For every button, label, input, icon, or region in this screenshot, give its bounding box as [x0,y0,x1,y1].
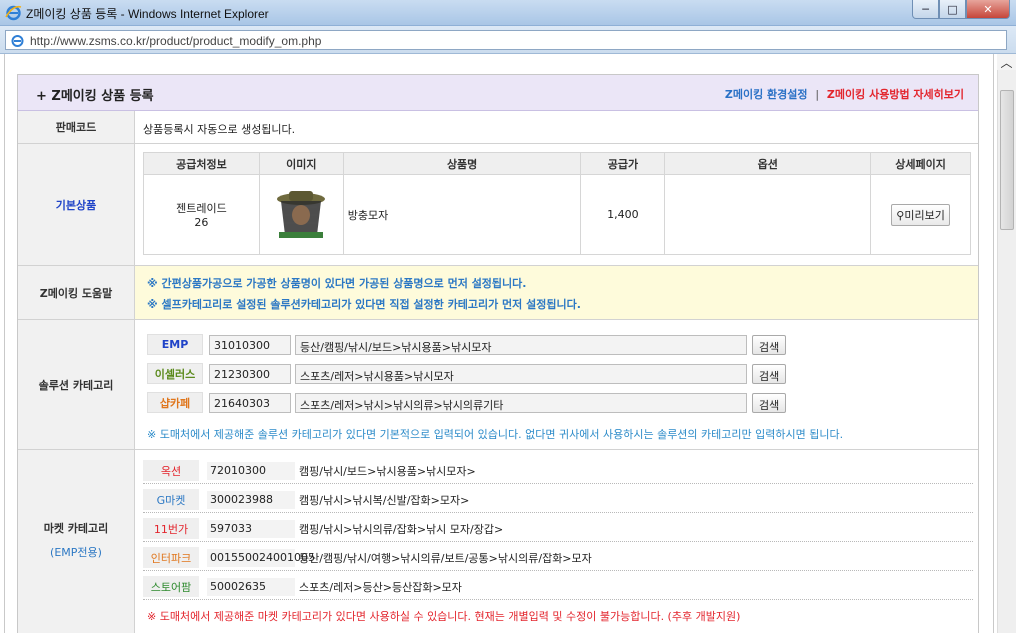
solution-name: 샵카페 [147,392,203,413]
image-cell [258,174,344,255]
market-name: G마켓 [143,489,199,510]
page-body: + Z메이킹 상품 등록 Z메이킹 환경설정 | Z메이킹 사용방법 자세히보기… [4,54,994,633]
market-path: 등산/캠핑/낚시/여행>낚시의류/보트/공통>낚시의류/잡화>모자 [299,551,592,565]
search-button[interactable]: 검색 [752,392,787,413]
maximize-button[interactable]: □ [939,0,966,19]
market-row-storefarm: 스토어팜 50002635 스포츠/레저>등산>등산잡화>모자 [143,574,973,600]
help-line-2: ※ 셀프카테고리로 설정된 솔루션카테고리가 있다면 직접 설정한 카테고리가 … [147,298,581,311]
window-titlebar: Z메이킹 상품 등록 - Windows Internet Explorer ─… [0,0,1016,26]
solution-name: 이셀러스 [147,363,203,384]
settings-link[interactable]: Z메이킹 환경설정 [725,88,808,101]
preview-button[interactable]: ⚲미리보기 [891,203,950,226]
vertical-scrollbar[interactable] [997,70,1016,633]
solution-note: ※ 도매처에서 제공해준 솔루션 카테고리가 있다면 기본적으로 입력되어 있습… [147,428,844,441]
supplier-number: 26 [194,216,209,229]
sales-code-label: 판매코드 [18,111,135,143]
basic-product-row: 기본상품 공급처정보 이미지 상품명 공급가 옵션 상세페이지 젠트레이드 26… [18,144,978,266]
basic-product-label: 기본상품 [18,144,135,265]
market-row-interpark: 인터파크 001550024001005 등산/캠핑/낚시/여행>낚시의류/보트… [143,545,973,571]
market-row-gmarket: G마켓 300023988 캠핑/낚시>낚시복/신발/잡화>모자> [143,487,973,513]
solution-row-esellers: 이셀러스 21230300 스포츠/레저>낚시용품>낚시모자 검색 [147,363,787,384]
col-supplier: 공급처정보 [143,152,260,175]
market-code: 597033 [207,519,295,538]
market-category-row: 마켓 카테고리 (EMP전용) 옥션 72010300 캠핑/낚시/보드>낚시용… [18,450,978,633]
help-label: Z메이킹 도움말 [18,266,135,319]
market-category-label-cell: 마켓 카테고리 (EMP전용) [18,450,135,633]
solution-path-input[interactable]: 스포츠/레저>낚시>낚시의류>낚시의류기타 [295,392,747,413]
market-category-sublabel: (EMP전용) [50,546,102,559]
col-image: 이미지 [258,152,344,175]
search-button[interactable]: 검색 [752,334,787,355]
url-text[interactable]: http://www.zsms.co.kr/product/product_mo… [30,34,321,48]
market-code: 300023988 [207,490,295,509]
solution-row-emp: EMP 31010300 등산/캠핑/낚시/보드>낚시용품>낚시모자 검색 [147,334,787,355]
page-viewport: ︿ + Z메이킹 상품 등록 Z메이킹 환경설정 | Z메이킹 사용방법 자세히… [0,54,1016,633]
supplier-cell: 젠트레이드 26 [143,174,260,255]
col-name: 상품명 [342,152,582,175]
market-code: 001550024001005 [207,548,315,567]
market-row-11st: 11번가 597033 캠핑/낚시>낚시의류/잡화>낚시 모자/장갑> [143,516,973,542]
market-path: 캠핑/낚시>낚시복/신발/잡화>모자> [299,493,470,507]
form-header: + Z메이킹 상품 등록 Z메이킹 환경설정 | Z메이킹 사용방법 자세히보기 [18,75,978,111]
page-title: + Z메이킹 상품 등록 [36,89,154,104]
solution-category-label: 솔루션 카테고리 [18,320,135,449]
market-name: 인터파크 [143,547,199,568]
close-button[interactable]: ✕ [966,0,1010,19]
market-row-auction: 옥션 72010300 캠핑/낚시/보드>낚시용품>낚시모자> [143,458,973,484]
market-path: 캠핑/낚시/보드>낚시용품>낚시모자> [299,464,476,478]
sales-code-row: 판매코드 상품등록시 자동으로 생성됩니다. [18,111,978,144]
col-price: 공급가 [580,152,666,175]
market-name: 11번가 [143,518,199,539]
col-detail: 상세페이지 [870,152,971,175]
sales-code-text: 상품등록시 자동으로 생성됩니다. [143,123,296,136]
help-row: Z메이킹 도움말 ※ 간편상품가공으로 가공한 상품명이 있다면 가공된 상품명… [18,266,978,320]
market-path: 스포츠/레저>등산>등산잡화>모자 [299,580,462,594]
solution-row-shopcafe: 샵카페 21640303 스포츠/레저>낚시>낚시의류>낚시의류기타 검색 [147,392,787,413]
product-form: + Z메이킹 상품 등록 Z메이킹 환경설정 | Z메이킹 사용방법 자세히보기… [17,74,979,633]
market-code: 72010300 [207,461,295,480]
search-button[interactable]: 검색 [752,363,787,384]
market-path: 캠핑/낚시>낚시의류/잡화>낚시 모자/장갑> [299,522,504,536]
address-bar: http://www.zsms.co.kr/product/product_mo… [0,26,1016,54]
product-name: 방충모자 [342,174,582,255]
product-price: 1,400 [580,174,666,255]
table-row: 젠트레이드 26 방충모자 1,400 ⚲미리보기 [143,174,971,255]
help-box: ※ 간편상품가공으로 가공한 상품명이 있다면 가공된 상품명으로 먼저 설정됩… [135,266,978,319]
supplier-name: 젠트레이드 [176,202,227,215]
solution-name: EMP [147,334,203,355]
link-separator: | [815,88,820,101]
scrollbar-thumb[interactable] [1000,90,1014,230]
minimize-button[interactable]: ─ [912,0,939,19]
solution-category-row: 솔루션 카테고리 EMP 31010300 등산/캠핑/낚시/보드>낚시용품>낚… [18,320,978,450]
help-link[interactable]: Z메이킹 사용방법 자세히보기 [827,88,964,101]
solution-code-input[interactable]: 21640303 [209,392,291,413]
solution-code-input[interactable]: 31010300 [209,334,291,355]
solution-path-input[interactable]: 등산/캠핑/낚시/보드>낚시용품>낚시모자 [295,334,747,355]
product-table: 공급처정보 이미지 상품명 공급가 옵션 상세페이지 젠트레이드 26 방충모자… [143,152,971,255]
help-line-1: ※ 간편상품가공으로 가공한 상품명이 있다면 가공된 상품명으로 먼저 설정됩… [147,277,527,290]
col-option: 옵션 [664,152,872,175]
market-code: 50002635 [207,577,295,596]
window-title: Z메이킹 상품 등록 - Windows Internet Explorer [26,7,269,21]
preview-label: 미리보기 [904,208,945,222]
url-field[interactable]: http://www.zsms.co.kr/product/product_mo… [5,30,1007,50]
solution-path-input[interactable]: 스포츠/레저>낚시용품>낚시모자 [295,363,747,384]
page-icon [11,35,24,47]
solution-code-input[interactable]: 21230300 [209,363,291,384]
product-thumbnail [273,185,330,241]
detail-cell: ⚲미리보기 [870,174,971,255]
market-note: ※ 도매처에서 제공해준 마켓 카테고리가 있다면 사용하실 수 있습니다. 현… [147,610,741,623]
market-name: 옥션 [143,460,199,481]
market-category-label: 마켓 카테고리 [43,522,109,535]
product-option [664,174,872,255]
scroll-up-arrow-icon[interactable]: ︿ [997,54,1016,70]
market-name: 스토어팜 [143,576,199,597]
internet-explorer-icon [5,5,22,21]
